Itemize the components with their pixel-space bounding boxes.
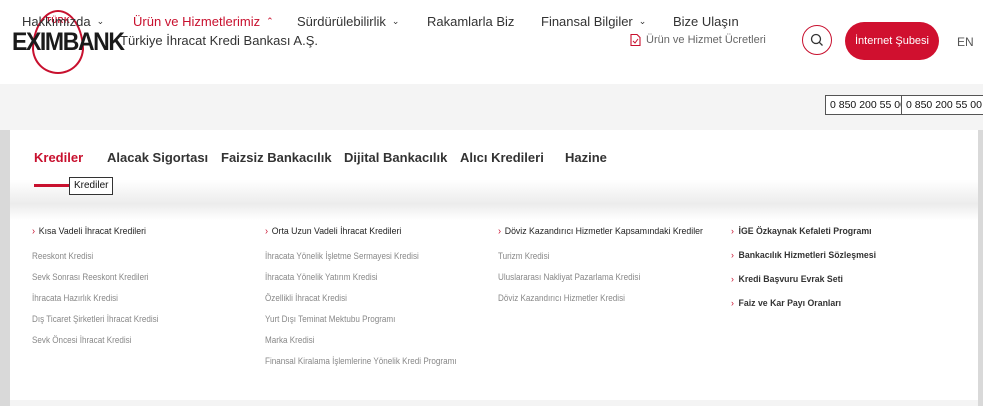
search-button[interactable] bbox=[802, 25, 832, 55]
left-edge bbox=[0, 130, 10, 406]
column-heading[interactable]: › Döviz Kazandırıcı Hizmetler Kapsamında… bbox=[498, 226, 703, 237]
chevron-right-icon: › bbox=[32, 226, 36, 237]
mega-menu-divider bbox=[10, 180, 978, 220]
document-icon bbox=[630, 34, 641, 46]
menu-column-other: › İGE Özkaynak Kefaleti Programı › Banka… bbox=[731, 226, 889, 322]
tab-dijital-bankacilik[interactable]: Dijital Bankacılık bbox=[344, 150, 447, 165]
chevron-right-icon: › bbox=[731, 298, 734, 309]
tooltip: Krediler bbox=[69, 177, 114, 195]
menu-link[interactable]: Dış Ticaret Şirketleri İhracat Kredisi bbox=[32, 314, 158, 324]
menu-link[interactable]: Marka Kredisi bbox=[265, 335, 457, 345]
menu-link[interactable]: Döviz Kazandırıcı Hizmetler Kredisi bbox=[498, 293, 698, 303]
column-heading[interactable]: › Orta Uzun Vadeli İhracat Kredileri bbox=[265, 226, 461, 237]
tab-alacak-sigortasi[interactable]: Alacak Sigortası bbox=[107, 150, 208, 165]
column-heading-label: Döviz Kazandırıcı Hizmetler Kapsamındaki… bbox=[504, 226, 703, 237]
active-tab-indicator bbox=[34, 184, 74, 187]
nav-item-about[interactable]: Hakkımızda ⌄ bbox=[22, 14, 104, 29]
chevron-down-icon: ⌄ bbox=[96, 16, 105, 26]
nav-item-label: Ürün ve Hizmetlerimiz bbox=[133, 14, 261, 29]
menu-link[interactable]: İhracata Yönelik Yatırım Kredisi bbox=[265, 272, 457, 282]
menu-link[interactable]: Sevk Öncesi İhracat Kredisi bbox=[32, 335, 158, 345]
chevron-right-icon: › bbox=[731, 226, 734, 237]
menu-link-documents[interactable]: › Kredi Başvuru Evrak Seti bbox=[731, 274, 876, 285]
menu-link-banking-contract[interactable]: › Bankacılık Hizmetleri Sözleşmesi bbox=[731, 250, 876, 261]
menu-link[interactable]: Yurt Dışı Teminat Mektubu Programı bbox=[265, 314, 457, 324]
fees-link-label: Ürün ve Hizmet Ücretleri bbox=[646, 34, 766, 46]
menu-link-label: İGE Özkaynak Kefaleti Programı bbox=[738, 226, 872, 237]
internet-branch-button[interactable]: İnternet Şubesi bbox=[845, 22, 939, 60]
menu-link[interactable]: İhracata Yönelik İşletme Sermayesi Kredi… bbox=[265, 251, 457, 261]
logo-brand-text: EXIMBANK bbox=[12, 28, 125, 56]
nav-item-figures[interactable]: Rakamlarla Biz bbox=[427, 14, 514, 29]
chevron-down-icon: ⌄ bbox=[638, 16, 647, 26]
bank-name: Türkiye İhracat Kredi Bankası A.Ş. bbox=[120, 33, 318, 48]
chevron-right-icon: › bbox=[498, 226, 502, 237]
nav-item-label: Bize Ulaşın bbox=[673, 14, 739, 29]
menu-link[interactable]: Turizm Kredisi bbox=[498, 251, 698, 261]
nav-item-label: Finansal Bilgiler bbox=[541, 14, 633, 29]
language-switch[interactable]: EN bbox=[957, 35, 974, 49]
chevron-right-icon: › bbox=[731, 274, 734, 285]
column-heading[interactable]: › Kısa Vadeli İhracat Kredileri bbox=[32, 226, 161, 237]
menu-link[interactable]: Reeskont Kredisi bbox=[32, 251, 158, 261]
chevron-up-icon: ⌃ bbox=[266, 16, 274, 26]
menu-link[interactable]: Özellikli İhracat Kredisi bbox=[265, 293, 457, 303]
fees-link[interactable]: Ürün ve Hizmet Ücretleri bbox=[630, 34, 766, 46]
nav-item-label: Sürdürülebilirlik bbox=[297, 14, 386, 29]
chevron-right-icon: › bbox=[731, 250, 734, 261]
menu-link-ige[interactable]: › İGE Özkaynak Kefaleti Programı bbox=[731, 226, 876, 237]
menu-link[interactable]: İhracata Hazırlık Kredisi bbox=[32, 293, 158, 303]
chevron-down-icon: ⌄ bbox=[391, 16, 400, 26]
menu-column-medium-long-term: › Orta Uzun Vadeli İhracat Kredileri İhr… bbox=[265, 226, 478, 366]
search-icon bbox=[810, 33, 823, 46]
column-heading-label: Kısa Vadeli İhracat Kredileri bbox=[38, 226, 146, 237]
menu-link[interactable]: Finansal Kiralama İşlemlerine Yönelik Kr… bbox=[265, 356, 457, 366]
menu-link-label: Kredi Başvuru Evrak Seti bbox=[738, 274, 843, 285]
menu-column-short-term: › Kısa Vadeli İhracat Kredileri Reeskont… bbox=[32, 226, 173, 345]
tab-hazine[interactable]: Hazine bbox=[565, 150, 607, 165]
menu-link[interactable]: Sevk Sonrası Reeskont Kredileri bbox=[32, 272, 158, 282]
menu-link-rates[interactable]: › Faiz ve Kar Payı Oranları bbox=[731, 298, 876, 309]
nav-item-financial[interactable]: Finansal Bilgiler ⌄ bbox=[541, 14, 646, 29]
menu-link-label: Faiz ve Kar Payı Oranları bbox=[738, 298, 842, 309]
nav-item-label: Rakamlarla Biz bbox=[427, 14, 515, 29]
menu-column-fx-services: › Döviz Kazandırıcı Hizmetler Kapsamında… bbox=[498, 226, 721, 303]
right-edge bbox=[978, 130, 983, 406]
phone-number[interactable]: 0 850 200 55 00 bbox=[825, 95, 911, 115]
column-heading-label: Orta Uzun Vadeli İhracat Kredileri bbox=[271, 226, 402, 237]
tab-alici-kredileri[interactable]: Alıcı Kredileri bbox=[460, 150, 544, 165]
phone-number[interactable]: 0 850 200 55 00 bbox=[901, 95, 983, 115]
nav-item-contact[interactable]: Bize Ulaşın bbox=[673, 14, 739, 29]
chevron-right-icon: › bbox=[265, 226, 269, 237]
nav-item-label: Hakkımızda bbox=[22, 14, 91, 29]
tab-faizsiz-bankacilik[interactable]: Faizsiz Bankacılık bbox=[221, 150, 332, 165]
menu-link[interactable]: Uluslararası Nakliyat Pazarlama Kredisi bbox=[498, 272, 698, 282]
tab-krediler[interactable]: Krediler bbox=[34, 150, 83, 165]
nav-item-sustainability[interactable]: Sürdürülebilirlik ⌄ bbox=[297, 14, 399, 29]
menu-link-label: Bankacılık Hizmetleri Sözleşmesi bbox=[738, 250, 877, 261]
nav-item-products[interactable]: Ürün ve Hizmetlerimiz ⌃ bbox=[133, 14, 274, 29]
